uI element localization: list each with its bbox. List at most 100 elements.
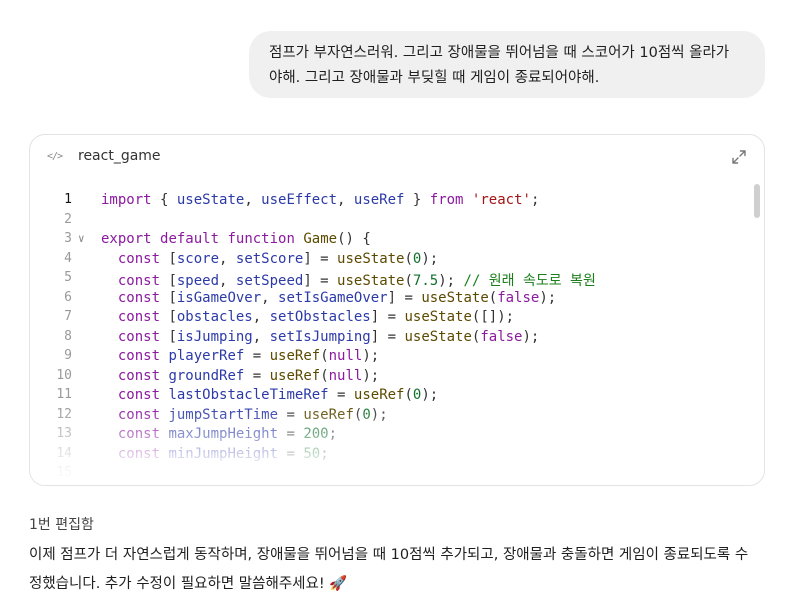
code-token: 0 <box>362 406 371 423</box>
code-artifact-card[interactable]: </> react_game 1 import { useState, useEf… <box>29 134 765 486</box>
code-line: 4 const [score, setScore] = useState(0); <box>30 251 764 271</box>
code-token: ); <box>522 328 540 345</box>
code-text: const [obstacles, setObstacles] = useSta… <box>101 309 514 325</box>
code-token: default <box>160 231 220 247</box>
code-token: useRef <box>303 406 354 423</box>
code-token: useState <box>404 328 472 345</box>
code-text: const jumpStartTime = useRef(0); <box>101 407 388 423</box>
code-text: const [speed, setSpeed] = useState(7.5);… <box>101 270 596 290</box>
code-line: 13 const maxJumpHeight = 200; <box>30 426 764 446</box>
code-token: = <box>278 406 304 423</box>
response-line: 정했습니다. 추가 수정이 필요하면 말씀해주세요! 🚀 <box>29 576 348 592</box>
code-text: const playerRef = useRef(null); <box>101 348 379 364</box>
edit-count-label: 1번 편집함 <box>29 517 94 533</box>
code-token: Game <box>303 231 338 247</box>
code-icon: </> <box>47 151 63 162</box>
code-token: useState <box>404 309 472 325</box>
code-line: 5 const [speed, setSpeed] = useState(7.5… <box>30 270 764 290</box>
code-token: ([]); <box>471 309 515 325</box>
code-token: maxJumpHeight <box>168 426 279 442</box>
code-text: const maxJumpHeight = 200; <box>101 426 337 442</box>
code-token: ] = <box>303 273 338 289</box>
code-token: ); <box>370 406 388 423</box>
code-token: [ <box>160 289 177 306</box>
code-editor[interactable]: 1 import { useState, useEffect, useRef } … <box>30 192 764 485</box>
code-token: const <box>117 426 161 442</box>
code-token: useRef <box>269 367 321 384</box>
code-token: useState <box>421 289 489 306</box>
line-number: 12 <box>56 406 72 422</box>
code-token: const <box>117 309 161 325</box>
code-token: useEffect <box>261 192 338 208</box>
user-message-line: 점프가 부자연스러워. 그리고 장애물을 뛰어넘을 때 스코어가 10점씩 올라… <box>269 45 730 61</box>
code-token: setObstacles <box>269 309 371 325</box>
code-token: [ <box>160 309 177 325</box>
line-number: 13 <box>56 426 72 441</box>
code-card-title: react_game <box>78 148 161 164</box>
code-token: const <box>117 348 161 364</box>
code-line: 10 const groundRef = useRef(null); <box>30 368 764 388</box>
line-number: 4 <box>64 250 72 266</box>
code-text: const groundRef = useRef(null); <box>101 368 379 384</box>
code-token: , <box>261 289 279 306</box>
code-line: 1 import { useState, useEffect, useRef } … <box>30 192 764 212</box>
code-token: 200 <box>303 426 329 442</box>
code-text: const minJumpHeight = 50; <box>101 446 329 462</box>
code-token: false <box>497 289 540 306</box>
user-message-line: 야해. 그리고 장애물과 부딪힐 때 게임이 종료되어야해. <box>269 70 600 86</box>
code-token: , <box>252 309 270 325</box>
code-card-header: </> react_game <box>30 135 764 181</box>
code-token: ; <box>530 192 540 208</box>
code-token: ); <box>362 367 380 384</box>
code-token: false <box>480 328 523 345</box>
line-number: 10 <box>56 367 72 383</box>
code-token: useState <box>337 250 405 267</box>
code-line: 14 const minJumpHeight = 50; <box>30 446 764 466</box>
code-token: ); <box>438 273 464 289</box>
line-number: 6 <box>64 289 72 305</box>
code-text: const [score, setScore] = useState(0); <box>101 251 438 267</box>
code-line: 11 const lastObstacleTimeRef = useRef(0)… <box>30 387 764 407</box>
code-scrollbar[interactable] <box>754 184 760 218</box>
code-token: minJumpHeight <box>168 445 279 462</box>
code-token: useRef <box>269 348 321 364</box>
code-line: 9 const playerRef = useRef(null); <box>30 348 764 368</box>
code-token: from <box>429 192 464 208</box>
assistant-response: 이제 점프가 더 자연스럽게 동작하며, 장애물을 뛰어넘을 때 10점씩 추가… <box>29 541 769 599</box>
code-token: , <box>244 192 262 208</box>
code-text: import { useState, useEffect, useRef } f… <box>101 192 539 208</box>
user-message-bubble: 점프가 부자연스러워. 그리고 장애물을 뛰어넘을 때 스코어가 10점씩 올라… <box>249 31 765 98</box>
code-token: , <box>337 192 354 208</box>
line-number: 1 <box>64 192 72 207</box>
code-token: jumpStartTime <box>168 406 279 423</box>
code-token: isGameOver <box>176 289 262 306</box>
code-token: const <box>117 328 161 345</box>
line-number: 2 <box>64 211 72 227</box>
code-token: ; <box>320 445 329 462</box>
expand-icon[interactable] <box>731 149 747 165</box>
code-token: 7.5 <box>412 273 439 289</box>
code-token: ); <box>362 348 380 364</box>
line-number: 8 <box>64 328 72 344</box>
response-line: 이제 점프가 더 자연스럽게 동작하며, 장애물을 뛰어넘을 때 10점씩 추가… <box>29 547 749 563</box>
code-line: 6 const [isGameOver, setIsGameOver] = us… <box>30 290 764 310</box>
fold-chevron-icon[interactable]: ∨ <box>78 232 85 245</box>
code-token: const <box>117 367 161 384</box>
code-text: const [isGameOver, setIsGameOver] = useS… <box>101 290 556 306</box>
line-number: 5 <box>64 270 72 285</box>
code-line: 8 const [isJumping, setIsJumping] = useS… <box>30 329 764 349</box>
code-token: = <box>244 367 270 384</box>
code-token: 50 <box>303 445 321 462</box>
code-token: const <box>117 406 161 423</box>
line-number: 3 <box>64 231 72 246</box>
code-token: lastObstacleTimeRef <box>168 387 329 403</box>
